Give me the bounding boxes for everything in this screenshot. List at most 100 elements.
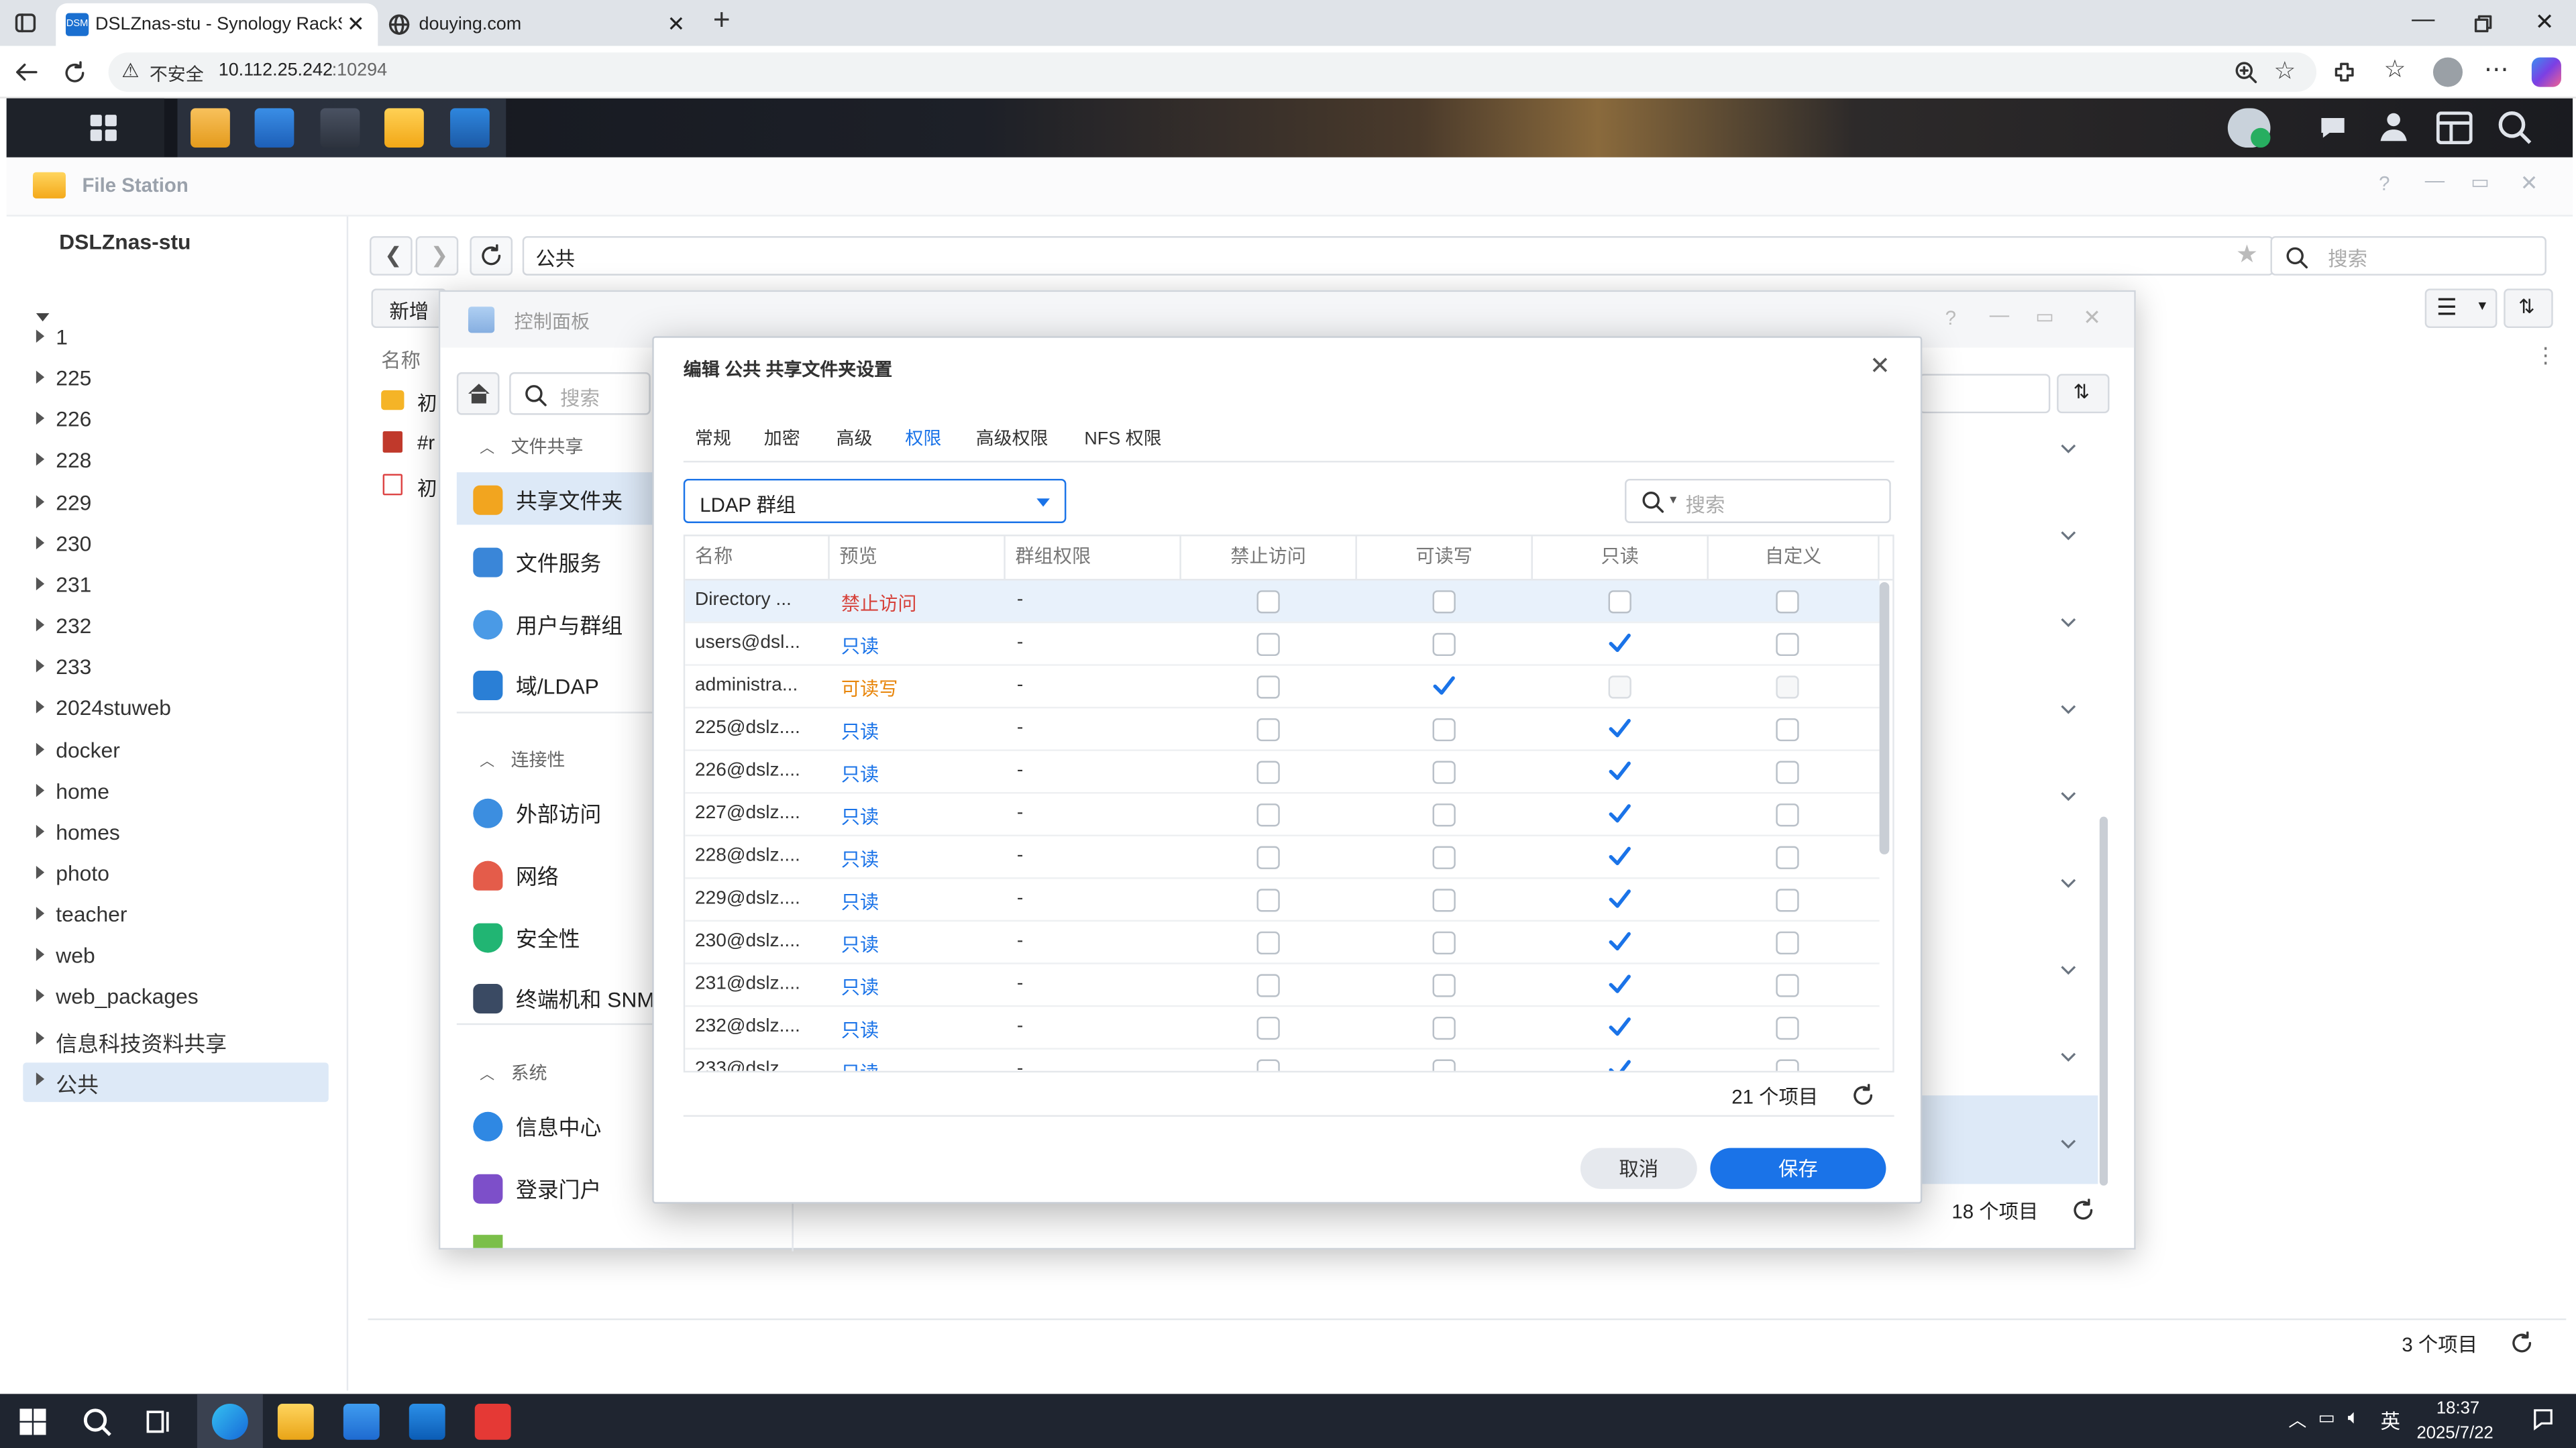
clock-date[interactable]: 2025/7/22 — [2416, 1423, 2493, 1443]
save-button[interactable]: 保存 — [1710, 1148, 1886, 1189]
expand-arrow-icon[interactable] — [36, 948, 45, 962]
custom-checkbox[interactable] — [1776, 889, 1799, 912]
expand-arrow-icon[interactable] — [36, 700, 45, 714]
expand-row-chevron-icon[interactable] — [2060, 1138, 2076, 1152]
permission-row[interactable]: 226@dslz.... 只读 - — [685, 751, 1880, 794]
expand-arrow-icon[interactable] — [36, 494, 45, 508]
permission-row[interactable]: 231@dslz.... 只读 - — [685, 964, 1880, 1007]
column-header[interactable]: 群组权限 — [1006, 536, 1181, 579]
dialog-tab[interactable]: 权限 — [905, 425, 941, 451]
back-icon[interactable] — [15, 60, 38, 83]
nav-network[interactable]: 网络 — [473, 859, 559, 890]
rw-checkbox[interactable] — [1432, 761, 1456, 784]
deny-checkbox[interactable] — [1256, 889, 1280, 912]
rw-checkbox[interactable] — [1432, 931, 1456, 955]
custom-checkbox[interactable] — [1776, 803, 1799, 827]
tree-folder-item[interactable]: docker — [36, 737, 120, 762]
ro-checkbox[interactable] — [1608, 675, 1631, 699]
expand-arrow-icon[interactable] — [36, 370, 45, 384]
ro-checkbox-checked-icon[interactable] — [1607, 758, 1633, 784]
deny-checkbox[interactable] — [1256, 1016, 1280, 1040]
restore-window-icon[interactable] — [2474, 15, 2492, 33]
close-tab-icon[interactable]: ✕ — [667, 11, 686, 38]
expand-arrow-icon[interactable] — [36, 329, 45, 343]
expand-arrow-icon[interactable] — [36, 453, 45, 467]
permission-row[interactable]: 227@dslz.... 只读 - — [685, 793, 1880, 837]
tree-folder-item[interactable]: 公共 — [36, 1067, 99, 1098]
expand-arrow-icon[interactable] — [36, 865, 45, 879]
nav-file-services[interactable]: 文件服务 — [473, 546, 601, 577]
rw-checkbox[interactable] — [1432, 590, 1456, 614]
tree-folder-item[interactable]: homes — [36, 820, 120, 844]
notifications-icon[interactable] — [2316, 111, 2349, 144]
nav-security[interactable]: 安全性 — [473, 922, 580, 952]
custom-checkbox[interactable] — [1776, 761, 1799, 784]
nav-forward-button[interactable]: ❯ — [415, 236, 459, 276]
new-button[interactable]: 新增 — [371, 288, 447, 329]
volume-icon[interactable]: 🔈︎ — [2348, 1405, 2360, 1430]
sort-button[interactable]: ⇅ — [2504, 288, 2553, 329]
expand-arrow-icon[interactable] — [36, 577, 45, 590]
deny-checkbox[interactable] — [1256, 974, 1280, 997]
rw-checkbox[interactable] — [1432, 803, 1456, 827]
package-center-icon[interactable] — [191, 108, 230, 148]
expand-row-chevron-icon[interactable] — [2060, 964, 2076, 978]
nav-terminal-snmp[interactable]: 终端机和 SNMP — [473, 983, 669, 1013]
deny-checkbox[interactable] — [1256, 675, 1280, 699]
url-bar[interactable]: ⚠ 不安全 10.112.25.242 :10294 ☆ — [108, 52, 2317, 92]
maximize-icon[interactable]: ▭ — [2471, 170, 2489, 193]
file-station-taskbar-icon[interactable] — [384, 108, 424, 148]
close-window-icon[interactable]: ✕ — [2535, 8, 2555, 36]
permission-row[interactable]: 225@dslz.... 只读 - — [685, 708, 1880, 751]
notification-center-icon[interactable] — [2530, 1407, 2556, 1433]
deny-checkbox[interactable] — [1256, 718, 1280, 742]
scrollbar-thumb[interactable] — [1879, 582, 1890, 854]
sort-button[interactable]: ⇅ — [2057, 374, 2110, 414]
dialog-tab[interactable]: 加密 — [764, 425, 800, 451]
deny-checkbox[interactable] — [1256, 590, 1280, 614]
expand-arrow-icon[interactable] — [36, 824, 45, 838]
nav-info-center[interactable]: 信息中心 — [473, 1110, 601, 1141]
nav-external-access[interactable]: 外部访问 — [473, 797, 601, 828]
tree-folder-item[interactable]: home — [36, 779, 109, 803]
refresh-button[interactable] — [470, 236, 513, 276]
tree-root[interactable]: DSLZnas-stu — [59, 229, 191, 254]
ro-checkbox-checked-icon[interactable] — [1607, 885, 1633, 911]
custom-checkbox[interactable] — [1776, 718, 1799, 742]
home-button[interactable] — [456, 372, 500, 415]
outlook-icon[interactable] — [409, 1404, 445, 1440]
expand-arrow-icon[interactable] — [36, 989, 45, 1003]
tree-folder-item[interactable]: 1 — [36, 325, 68, 349]
expand-row-chevron-icon[interactable] — [2060, 616, 2076, 630]
column-header[interactable]: 预览 — [830, 536, 1006, 579]
nav-domain-ldap[interactable]: 域/LDAP — [473, 669, 599, 700]
rw-checkbox[interactable] — [1432, 846, 1456, 869]
minimize-window-icon[interactable]: — — [2412, 5, 2434, 31]
path-bar[interactable]: 公共 ★ — [522, 236, 2274, 276]
cloud-sync-icon[interactable] — [2227, 108, 2271, 148]
store-icon[interactable] — [343, 1404, 380, 1440]
column-header[interactable]: 可读写 — [1357, 536, 1533, 579]
expand-arrow-icon[interactable] — [36, 907, 45, 920]
tab-douying[interactable]: douying.com ✕ — [380, 3, 698, 46]
nav-login-portal[interactable]: 登录门户 — [473, 1172, 601, 1203]
clock-time[interactable]: 18:37 — [2436, 1399, 2479, 1418]
close-icon[interactable]: ✕ — [2083, 305, 2101, 331]
close-icon[interactable]: ✕ — [2520, 170, 2538, 197]
tree-folder-item[interactable]: teacher — [36, 902, 127, 927]
permission-row[interactable]: 233@dslz.... 只读 - — [685, 1050, 1879, 1072]
edge-icon[interactable] — [211, 1404, 248, 1440]
ro-checkbox-checked-icon[interactable] — [1607, 1056, 1633, 1072]
tree-folder-item[interactable]: photo — [36, 861, 109, 885]
rw-checkbox[interactable] — [1432, 632, 1456, 657]
expand-arrow-icon[interactable] — [36, 313, 50, 322]
ro-checkbox-checked-icon[interactable] — [1607, 970, 1633, 997]
extensions-icon[interactable] — [2331, 59, 2357, 85]
deny-checkbox[interactable] — [1256, 803, 1280, 827]
rw-checkbox[interactable] — [1432, 974, 1456, 997]
tree-folder-item[interactable]: web — [36, 944, 95, 968]
ro-checkbox-checked-icon[interactable] — [1607, 800, 1633, 826]
help-icon[interactable]: ? — [1945, 307, 1956, 329]
list-filter-input[interactable] — [1919, 374, 2051, 414]
nav-users-groups[interactable]: 用户与群组 — [473, 608, 623, 639]
